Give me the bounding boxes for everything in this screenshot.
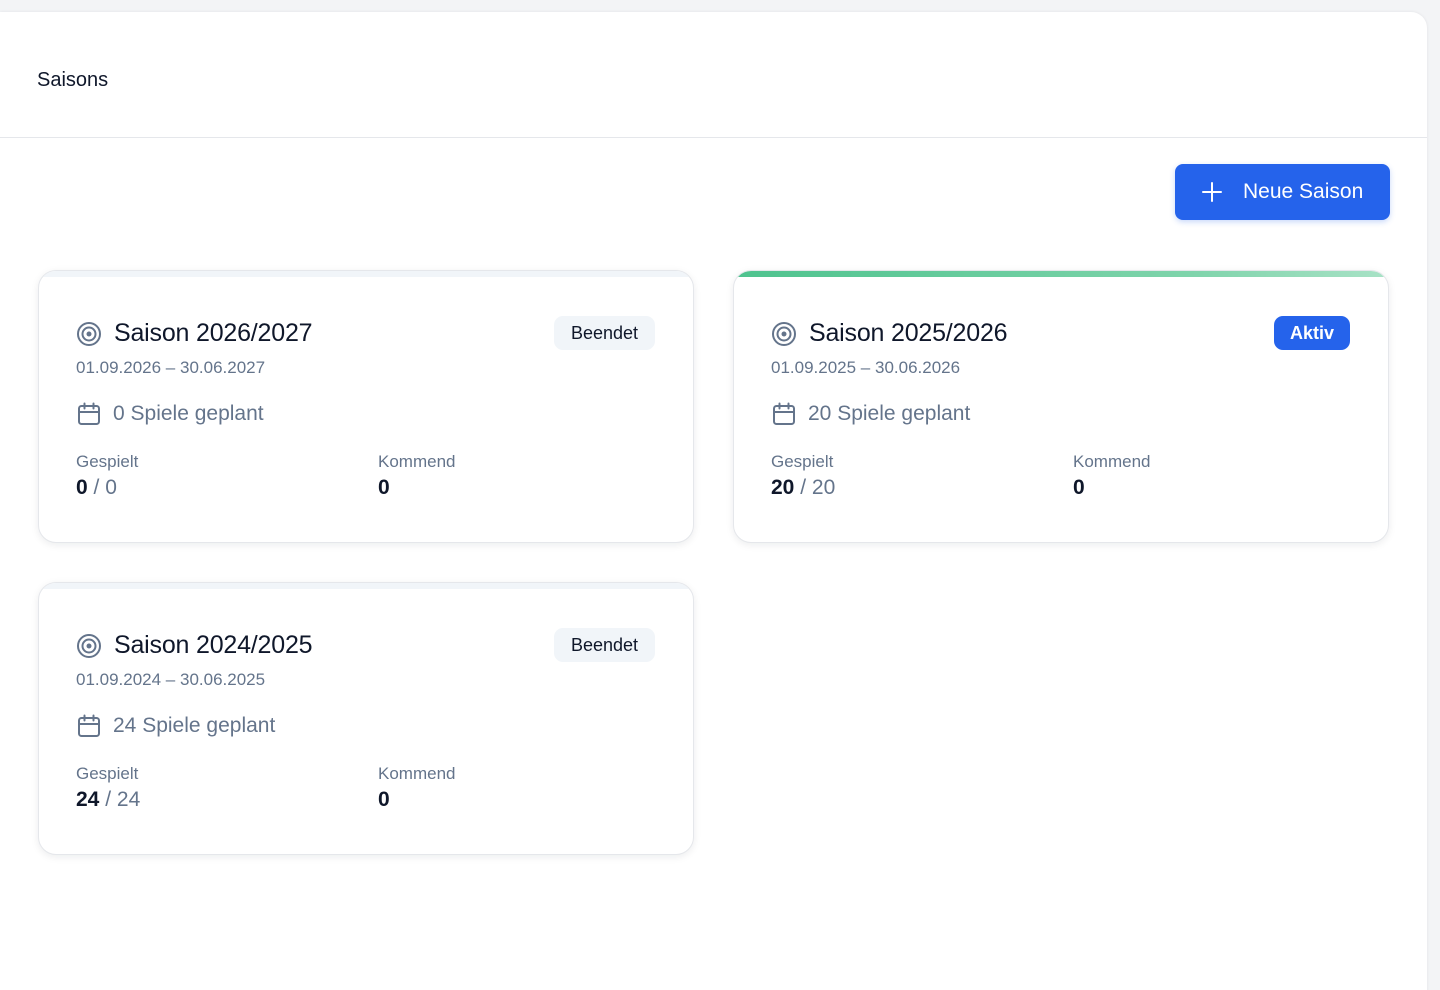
upcoming-count: 0 [1073, 476, 1085, 499]
season-card-active[interactable]: Saison 2025/2026 Aktiv 01.09.2025 – 30.0… [733, 270, 1389, 543]
card-top-bar [39, 271, 693, 277]
new-season-button[interactable]: Neue Saison [1175, 164, 1390, 220]
season-card[interactable]: Saison 2026/2027 Beendet 01.09.2026 – 30… [38, 270, 694, 543]
active-indicator-bar [734, 271, 1388, 277]
played-count: 20 [771, 476, 795, 499]
target-icon [772, 321, 796, 346]
season-title-row: Saison 2026/2027 [76, 319, 313, 348]
played-value: 20 / 20 [771, 476, 835, 500]
status-badge: Beendet [553, 628, 655, 662]
upcoming-label: Kommend [378, 452, 456, 471]
games-planned-row: 24 Spiele geplant [76, 713, 275, 739]
upcoming-value: 0 [1073, 476, 1150, 500]
calendar-icon [773, 402, 795, 425]
status-badge: Beendet [553, 316, 655, 350]
upcoming-stat: Kommend 0 [1073, 452, 1150, 500]
upcoming-count: 0 [378, 476, 390, 499]
season-title: Saison 2024/2025 [114, 631, 313, 659]
played-value: 24 / 24 [76, 788, 140, 812]
season-date-range: 01.09.2025 – 30.06.2026 [771, 358, 961, 377]
page-title: Saisons [37, 69, 109, 91]
played-count: 0 [76, 476, 88, 499]
page-header: Saisons [0, 12, 1427, 138]
upcoming-value: 0 [378, 788, 455, 812]
new-season-label: Neue Saison [1243, 180, 1364, 203]
played-total: 20 [811, 476, 836, 499]
played-value: 0 / 0 [76, 476, 138, 500]
games-planned: 20 Spiele geplant [808, 402, 971, 425]
status-badge: Aktiv [1273, 316, 1350, 350]
played-separator: / [93, 476, 100, 499]
played-total: 24 [116, 788, 141, 811]
played-label: Gespielt [771, 452, 834, 471]
games-planned-row: 20 Spiele geplant [771, 401, 970, 427]
games-planned: 0 Spiele geplant [113, 402, 264, 425]
calendar-icon [78, 714, 100, 737]
season-title-row: Saison 2024/2025 [76, 631, 313, 660]
card-top-bar [39, 583, 693, 589]
season-title: Saison 2025/2026 [809, 319, 1008, 347]
upcoming-count: 0 [378, 788, 390, 811]
played-stat: Gespielt 0 / 0 [76, 452, 138, 500]
games-planned: 24 Spiele geplant [113, 714, 276, 737]
played-total: 0 [105, 476, 117, 499]
plus-icon [1202, 182, 1222, 202]
season-card[interactable]: Saison 2024/2025 Beendet 01.09.2024 – 30… [38, 582, 694, 855]
played-separator: / [800, 476, 807, 499]
played-separator: / [105, 788, 112, 811]
upcoming-label: Kommend [378, 764, 456, 783]
season-title-row: Saison 2025/2026 [771, 319, 1008, 348]
target-icon [77, 633, 101, 658]
season-title: Saison 2026/2027 [114, 319, 313, 347]
season-date-range: 01.09.2024 – 30.06.2025 [76, 670, 266, 689]
calendar-icon [78, 402, 100, 425]
played-stat: Gespielt 20 / 20 [771, 452, 835, 500]
played-label: Gespielt [76, 452, 139, 471]
season-date-range: 01.09.2026 – 30.06.2027 [76, 358, 266, 377]
played-stat: Gespielt 24 / 24 [76, 764, 140, 812]
upcoming-stat: Kommend 0 [378, 764, 455, 812]
played-count: 24 [76, 788, 100, 811]
upcoming-label: Kommend [1073, 452, 1151, 471]
target-icon [77, 321, 101, 346]
played-label: Gespielt [76, 764, 139, 783]
upcoming-value: 0 [378, 476, 455, 500]
upcoming-stat: Kommend 0 [378, 452, 455, 500]
games-planned-row: 0 Spiele geplant [76, 401, 264, 427]
